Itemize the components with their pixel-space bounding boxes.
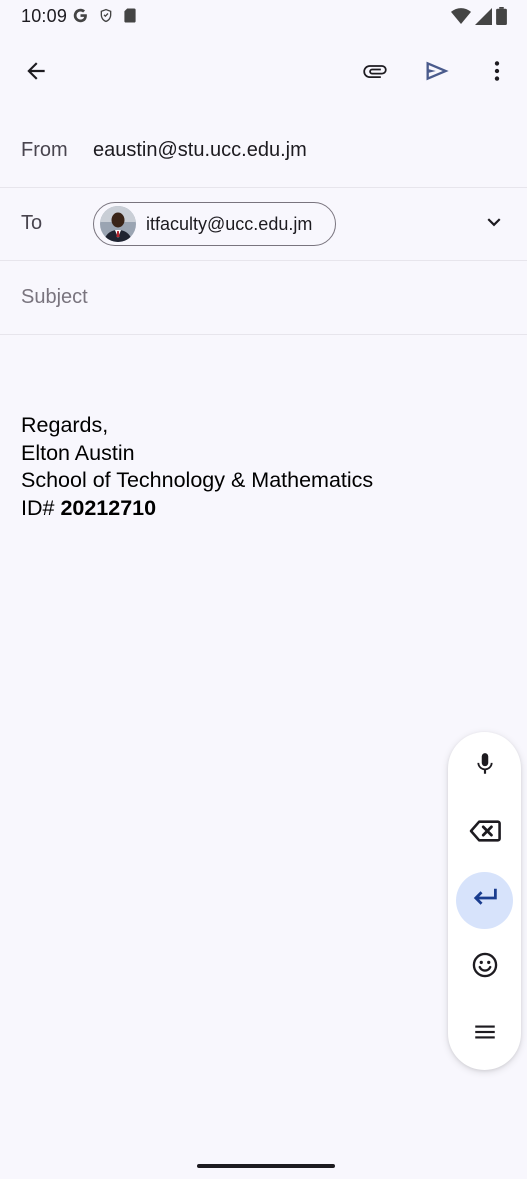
- status-time: 10:09: [21, 6, 68, 26]
- wifi-icon: [451, 7, 471, 30]
- subject-row[interactable]: Subject: [0, 261, 527, 335]
- to-label: To: [21, 212, 43, 234]
- voice-input-button[interactable]: [456, 738, 513, 795]
- menu-icon: [472, 1019, 498, 1050]
- from-label: From: [21, 139, 68, 161]
- id-prefix: ID#: [21, 495, 61, 520]
- home-indicator[interactable]: [197, 1164, 335, 1168]
- recipient-chip-label: itfaculty@ucc.edu.jm: [146, 213, 313, 234]
- message-body[interactable]: Regards, Elton Austin School of Technolo…: [21, 412, 373, 522]
- from-account[interactable]: eaustin@stu.ucc.edu.jm: [93, 139, 307, 162]
- status-icons-left: [72, 7, 137, 29]
- chevron-down-icon: [481, 209, 507, 240]
- more-options-button[interactable]: [473, 49, 521, 97]
- from-row: From eaustin@stu.ucc.edu.jm: [0, 114, 527, 188]
- emoji-button[interactable]: [456, 939, 513, 996]
- enter-icon: [470, 885, 500, 916]
- recipient-chip[interactable]: itfaculty@ucc.edu.jm: [93, 202, 336, 246]
- subject-input[interactable]: Subject: [21, 286, 88, 309]
- emoji-icon: [471, 951, 499, 984]
- battery-icon: [496, 7, 507, 30]
- more-vert-icon: [484, 58, 510, 89]
- status-bar: 10:09: [0, 0, 527, 34]
- paperclip-icon: [361, 57, 389, 90]
- shield-icon: [98, 7, 114, 29]
- status-icons-right: [451, 7, 507, 30]
- keyboard-toolbar: [448, 732, 521, 1070]
- to-row: To itfaculty@ucc.edu.jm: [0, 188, 527, 261]
- keyboard-menu-button[interactable]: [456, 1006, 513, 1063]
- mic-icon: [472, 751, 498, 782]
- signature-line-id: ID# 20212710: [21, 495, 373, 523]
- attach-button[interactable]: [351, 49, 399, 97]
- enter-button[interactable]: [456, 872, 513, 929]
- id-number: 20212710: [60, 495, 157, 520]
- signature-line-regards: Regards,: [21, 413, 109, 437]
- google-g-icon: [72, 7, 89, 29]
- signature-line-name: Elton Austin: [21, 440, 135, 465]
- backspace-button[interactable]: [456, 805, 513, 862]
- app-bar: [0, 42, 527, 106]
- avatar: [100, 206, 136, 242]
- sd-card-icon: [123, 7, 137, 29]
- signature-line-school: School of Technology & Mathematics: [21, 468, 374, 492]
- send-button[interactable]: [413, 49, 461, 97]
- expand-recipients-button[interactable]: [470, 200, 518, 248]
- signal-icon: [475, 7, 492, 30]
- back-button[interactable]: [12, 49, 60, 97]
- send-icon: [423, 57, 451, 90]
- backspace-icon: [468, 817, 502, 850]
- arrow-back-icon: [23, 58, 49, 89]
